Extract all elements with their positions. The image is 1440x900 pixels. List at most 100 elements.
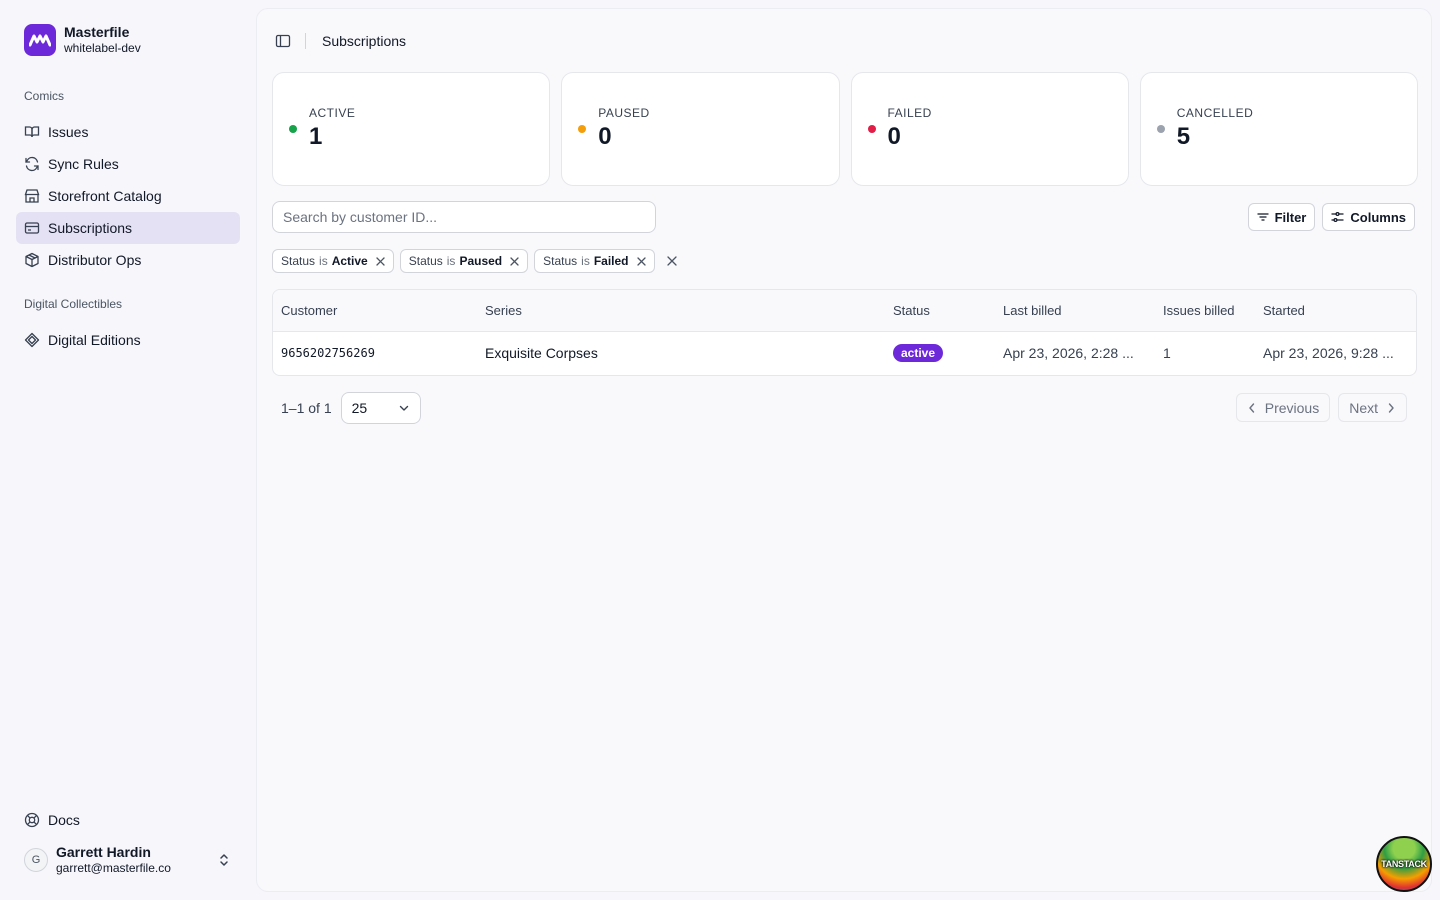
stat-card-failed: FAILED 0 (850, 72, 1129, 186)
cell-customer: 9656202756269 (281, 346, 375, 361)
stat-label: FAILED (887, 106, 932, 120)
nav-section-digital-collectibles: Digital Collectibles Digital Editions (16, 296, 240, 356)
nav-heading-digital-collectibles: Digital Collectibles (24, 297, 123, 311)
sidebar-item-distributor-ops[interactable]: Distributor Ops (16, 244, 240, 276)
credit-card-icon (24, 220, 40, 236)
stat-value: 0 (598, 123, 612, 150)
sidebar-item-digital-editions[interactable]: Digital Editions (16, 324, 240, 356)
topbar-divider (305, 33, 306, 49)
page-size-select[interactable]: 25 (340, 392, 421, 424)
docs-section: Docs (16, 804, 240, 836)
status-dot (1156, 125, 1165, 133)
filter-chip-operator: is (319, 254, 328, 268)
sidebar: Masterfile whitelabel-dev Comics Issues … (0, 0, 256, 900)
stat-value: 0 (887, 123, 901, 150)
workspace-name: whitelabel-dev (64, 41, 141, 55)
cell-series: Exquisite Corpses (485, 345, 598, 362)
tanstack-devtools-button[interactable]: TANSTACK (1376, 836, 1432, 892)
stat-cards: ACTIVE 1 PAUSED 0 FAILED 0 CANCELLED 5 (272, 72, 1418, 186)
filter-lines-icon (1256, 211, 1269, 223)
sidebar-item-sync-rules[interactable]: Sync Rules (16, 148, 240, 180)
close-icon (666, 256, 677, 266)
previous-page-button[interactable]: Previous (1235, 393, 1331, 422)
next-page-button[interactable]: Next (1338, 393, 1407, 422)
status-dot (578, 125, 587, 133)
stat-label: ACTIVE (309, 106, 356, 120)
sidebar-item-label: Storefront Catalog (48, 188, 162, 204)
brand-name: Masterfile (64, 24, 130, 40)
life-buoy-icon (24, 812, 40, 828)
close-icon (376, 256, 385, 266)
topbar: Subscriptions (273, 29, 406, 53)
avatar: G (24, 848, 48, 872)
filter-chip-value: Failed (593, 254, 629, 268)
panel-left-icon (275, 33, 291, 49)
column-header-series[interactable]: Series (477, 290, 885, 332)
stat-label: CANCELLED (1176, 106, 1254, 120)
sidebar-item-docs[interactable]: Docs (16, 804, 240, 836)
column-header-last-billed[interactable]: Last billed (995, 290, 1155, 332)
stat-card-active: ACTIVE 1 (272, 72, 551, 186)
sidebar-item-label: Digital Editions (48, 332, 141, 348)
columns-button[interactable]: Columns (1322, 203, 1415, 231)
page-title: Subscriptions (322, 33, 407, 49)
filter-chip[interactable]: Status is Active (272, 249, 394, 273)
filter-chip[interactable]: Status is Failed (534, 249, 655, 273)
stat-card-cancelled: CANCELLED 5 (1139, 72, 1418, 186)
filter-button-label: Filter (1274, 209, 1307, 225)
cell-issues-billed: 1 (1163, 345, 1171, 362)
stat-value: 1 (309, 123, 323, 150)
book-open-icon (24, 124, 40, 140)
sidebar-item-label: Subscriptions (48, 220, 133, 236)
chevron-right-icon (1386, 402, 1396, 414)
chevron-left-icon (1247, 402, 1257, 414)
search-input[interactable] (272, 201, 656, 233)
column-header-customer[interactable]: Customer (273, 290, 477, 332)
remove-filter-button[interactable] (510, 256, 519, 266)
sidebar-item-issues[interactable]: Issues (16, 116, 240, 148)
columns-button-label: Columns (1350, 209, 1406, 225)
stat-card-paused: PAUSED 0 (561, 72, 840, 186)
main-panel: Subscriptions ACTIVE 1 PAUSED 0 FAILED 0… (256, 8, 1432, 892)
chevrons-up-down-icon (218, 852, 230, 871)
filter-chip-key: Status (408, 254, 443, 268)
nav-section-comics: Comics Issues Sync Rules Storefront Cata… (16, 88, 240, 276)
stat-value: 5 (1176, 123, 1191, 150)
column-header-status[interactable]: Status (885, 290, 995, 332)
pagination-range: 1–1 of 1 (281, 400, 332, 416)
status-dot (289, 125, 297, 133)
user-menu[interactable]: G Garrett Hardin garrett@masterfile.co (24, 843, 240, 877)
next-label: Next (1349, 399, 1378, 416)
clear-filters-button[interactable] (666, 256, 677, 266)
sidebar-toggle-button[interactable] (273, 31, 293, 51)
active-filters: Status is Active Status is Paused Status… (272, 249, 677, 273)
page-size-value: 25 (351, 400, 368, 416)
user-email: garrett@masterfile.co (56, 861, 171, 875)
table-toolbar: Filter Columns (1247, 203, 1415, 231)
cell-started: Apr 23, 2026, 9:28 ... (1263, 345, 1394, 362)
close-icon (636, 256, 646, 266)
filter-chip[interactable]: Status is Paused (399, 249, 529, 273)
nav-heading-comics: Comics (24, 89, 65, 103)
sidebar-item-label: Distributor Ops (48, 252, 142, 268)
sidebar-item-label: Docs (48, 812, 80, 828)
filter-chip-operator: is (446, 254, 456, 268)
table-row[interactable]: 9656202756269 Exquisite Corpses active A… (273, 331, 1416, 375)
subscriptions-table: Customer Series Status Last billed Issue… (272, 289, 1417, 376)
tanstack-logo-label: TANSTACK (1381, 859, 1427, 869)
column-header-issues-billed[interactable]: Issues billed (1155, 290, 1255, 332)
remove-filter-button[interactable] (376, 256, 385, 266)
sidebar-item-subscriptions[interactable]: Subscriptions (16, 212, 240, 244)
workspace-switcher[interactable]: Masterfile whitelabel-dev (24, 24, 141, 56)
store-icon (24, 188, 40, 204)
filter-button[interactable]: Filter (1247, 203, 1316, 231)
chevron-down-icon (398, 402, 410, 414)
previous-label: Previous (1264, 399, 1320, 416)
remove-filter-button[interactable] (636, 256, 646, 266)
column-header-started[interactable]: Started (1255, 290, 1416, 332)
gem-icon (24, 332, 40, 348)
sidebar-item-label: Issues (48, 124, 89, 140)
table-header-row: Customer Series Status Last billed Issue… (273, 290, 1416, 332)
filter-chip-key: Status (281, 254, 316, 268)
sidebar-item-storefront-catalog[interactable]: Storefront Catalog (16, 180, 240, 212)
